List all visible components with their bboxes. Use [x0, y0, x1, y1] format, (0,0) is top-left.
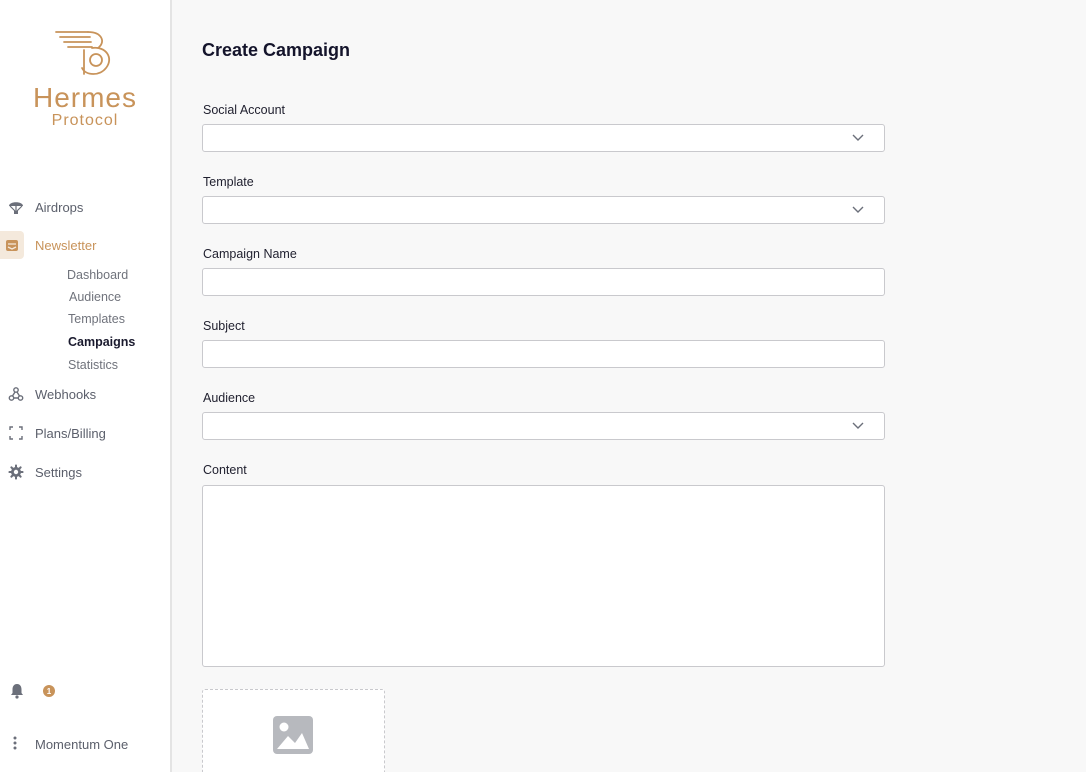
content-label: Content [203, 463, 247, 477]
sidebar-item-settings[interactable]: Settings [0, 458, 170, 486]
subnav-item-templates[interactable]: Templates [68, 312, 125, 326]
sidebar-item-plans-billing[interactable]: Plans/Billing [0, 419, 170, 447]
sidebar-item-label: Settings [35, 464, 82, 480]
user-name[interactable]: Momentum One [35, 737, 128, 752]
sidebar: Hermes Protocol Airdrops Newsletter Dash… [0, 0, 172, 772]
sidebar-item-newsletter[interactable]: Newsletter [0, 231, 170, 259]
expand-frame-icon [0, 426, 32, 440]
subject-label: Subject [203, 319, 245, 333]
content-textarea[interactable] [203, 486, 884, 666]
bell-icon[interactable] [10, 683, 26, 699]
sidebar-item-webhooks[interactable]: Webhooks [0, 380, 170, 408]
brand-logo[interactable]: Hermes Protocol [0, 28, 170, 130]
image-upload-dropzone[interactable] [202, 689, 385, 772]
sidebar-item-label: Plans/Billing [35, 425, 106, 441]
notification-count-badge[interactable]: 1 [43, 685, 55, 697]
brand-title: Hermes [32, 82, 137, 113]
template-select[interactable] [202, 196, 885, 224]
sidebar-item-label: Webhooks [35, 386, 97, 402]
template-value[interactable] [203, 197, 884, 223]
chevron-down-icon [852, 422, 864, 429]
page-title: Create Campaign [202, 40, 351, 60]
audience-label: Audience [203, 391, 256, 405]
envelope-open-icon [0, 231, 24, 259]
social-account-select[interactable] [202, 124, 885, 152]
sidebar-item-label: Airdrops [35, 199, 84, 215]
subnav-item-campaigns[interactable]: Campaigns [68, 335, 135, 349]
template-label: Template [203, 175, 254, 189]
chevron-down-icon [852, 206, 864, 213]
chevron-down-icon [852, 134, 864, 141]
main-content: Create Campaign Social Account Template … [174, 0, 1086, 772]
more-vertical-icon[interactable] [12, 736, 20, 752]
subject-field[interactable] [202, 340, 885, 368]
gear-icon [0, 464, 32, 480]
campaign-name-input[interactable] [203, 269, 884, 295]
sidebar-item-airdrops[interactable]: Airdrops [0, 193, 170, 221]
content-field[interactable] [202, 485, 885, 667]
audience-select[interactable] [202, 412, 885, 440]
parachute-icon [0, 199, 32, 215]
campaign-name-field[interactable] [202, 268, 885, 296]
campaign-name-label: Campaign Name [203, 247, 297, 261]
winged-h-logo-icon [55, 31, 111, 75]
sidebar-item-label: Newsletter [35, 237, 97, 253]
image-icon [273, 716, 313, 754]
social-account-value[interactable] [203, 125, 884, 151]
social-account-label: Social Account [203, 103, 285, 117]
webhook-icon [0, 386, 32, 402]
subject-input[interactable] [203, 341, 884, 367]
audience-value[interactable] [203, 413, 884, 439]
subnav-item-dashboard[interactable]: Dashboard [67, 268, 128, 282]
brand-subtitle: Protocol [51, 112, 119, 129]
subnav-item-statistics[interactable]: Statistics [68, 358, 118, 372]
subnav-item-audience[interactable]: Audience [69, 290, 121, 304]
